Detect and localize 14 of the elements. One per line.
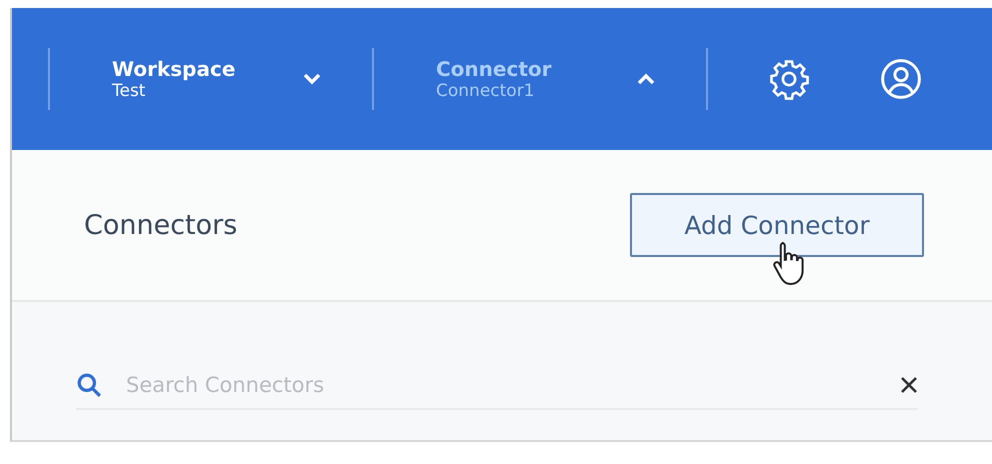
close-icon[interactable] [900, 376, 918, 394]
settings-icon[interactable] [768, 58, 810, 100]
menu-label[interactable]: Connector [436, 57, 552, 81]
search-icon [76, 372, 102, 398]
panel-title: Connectors [84, 210, 238, 240]
menu-value: Connector1 [436, 81, 536, 101]
user-icon[interactable] [880, 58, 922, 100]
chevron-down-icon [302, 73, 322, 85]
search-field[interactable]: Search Connectors [124, 372, 900, 398]
hand-cursor-icon [772, 240, 806, 286]
menu-label[interactable]: Workspace [112, 57, 236, 81]
chevron-up-icon [636, 73, 656, 85]
menu-value: Test [112, 81, 146, 101]
add-connector-button[interactable]: Add Connector [630, 193, 924, 257]
